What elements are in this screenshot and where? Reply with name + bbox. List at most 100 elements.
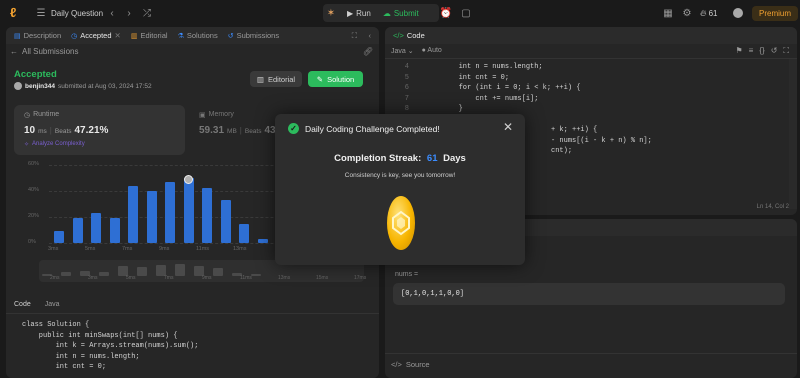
memory-label: Memory: [208, 111, 234, 118]
fullscreen-icon[interactable]: ⛶: [783, 46, 789, 56]
submit-button[interactable]: ☁ Submit: [383, 9, 419, 18]
close-icon[interactable]: ✕: [503, 120, 513, 134]
streak-line: Completion Streak: 61 Days: [275, 153, 525, 164]
x-tick-label: 7ms: [122, 246, 133, 252]
code-line: int n = nums.length;: [425, 63, 543, 71]
tab-submissions[interactable]: ↺ Submissions: [228, 31, 279, 40]
analyze-label: Analyze Complexity: [32, 141, 85, 147]
editorial-label: Editorial: [267, 74, 296, 84]
submission-meta: benjin344 submitted at Aug 03, 2024 17:5…: [14, 82, 152, 90]
runtime-value-row: 10 ms | Beats 47.21%: [24, 125, 108, 136]
bookmark-icon[interactable]: ⚑: [736, 46, 743, 56]
premium-button[interactable]: Premium: [752, 6, 799, 21]
reset-icon[interactable]: ↺: [771, 46, 778, 56]
collapse-left-icon[interactable]: ‹: [369, 31, 372, 40]
streak-counter[interactable]: 🔥︎ 61: [700, 5, 718, 21]
tab-accepted[interactable]: ◷ Accepted ✕: [71, 31, 121, 40]
expand-icon[interactable]: ⛶: [352, 31, 357, 41]
code-line: public int minSwaps(int[] nums) {: [22, 331, 178, 340]
editor-scrollbar[interactable]: [789, 59, 797, 209]
format-icon[interactable]: ≡: [749, 46, 754, 56]
run-button[interactable]: ▶ Run: [347, 9, 371, 18]
code-line: int n = nums.length;: [22, 352, 140, 361]
y-tick-label: 20%: [28, 213, 40, 219]
chart-bar[interactable]: [220, 200, 231, 243]
braces-icon[interactable]: {}: [759, 46, 764, 56]
mini-tick-label: 3ms: [88, 275, 98, 281]
auto-toggle[interactable]: ● Auto: [422, 47, 442, 55]
chevron-left-icon[interactable]: ‹: [104, 5, 120, 21]
left-tab-bar: ▤ Description ◷ Accepted ✕ ▥ Editorial ⚗ Solu…: [6, 27, 379, 44]
tab-label: Editorial: [140, 31, 168, 40]
line-number: 8: [404, 105, 409, 113]
analyze-complexity-link[interactable]: ✧ Analyze Complexity: [24, 141, 85, 148]
back-to-submissions[interactable]: ← All Submissions: [10, 47, 78, 56]
runtime-card[interactable]: ◷ Runtime 10 ms | Beats 47.21% ✧ Analyze C…: [14, 105, 185, 155]
chart-bar[interactable]: [165, 181, 175, 243]
divider: [385, 58, 797, 59]
testcase-input[interactable]: [0,1,0,1,1,0,0]: [393, 283, 785, 305]
check-circle-icon: ✓: [288, 123, 299, 134]
tab-description[interactable]: ▤ Description: [14, 31, 61, 40]
shuffle-icon[interactable]: ⤮: [139, 5, 155, 21]
runtime-beats: 47.21%: [74, 125, 109, 136]
coin-emblem: [392, 210, 410, 236]
source-label: Source: [405, 360, 430, 369]
mini-tick-label: 9ms: [202, 275, 212, 281]
pencil-icon: ✎: [316, 74, 324, 84]
username[interactable]: benjin344: [25, 83, 55, 90]
submission-status: Accepted: [14, 69, 57, 80]
y-tick-label: 0%: [28, 239, 36, 245]
language-select[interactable]: Java ⌄: [391, 47, 414, 55]
chart-bar[interactable]: [146, 191, 157, 243]
mini-tick-label: 15ms: [316, 275, 329, 281]
beats-label: Beats: [54, 128, 72, 135]
layout-grid-icon[interactable]: ▦: [660, 5, 676, 21]
chart-bar[interactable]: [257, 239, 268, 243]
cursor-position: Ln 14, Col 2: [756, 204, 789, 210]
settings-gear-icon[interactable]: ⚙: [679, 5, 695, 21]
chart-bar[interactable]: [183, 178, 194, 243]
debug-icon[interactable]: ✶: [323, 5, 339, 21]
memory-value-row: 59.31 MB | Beats 43.: [199, 125, 278, 136]
chart-bar[interactable]: [239, 223, 249, 243]
mini-bar: [175, 264, 185, 276]
memory-header[interactable]: ▣ Memory: [199, 111, 234, 119]
editorial-button[interactable]: ▥ Editorial: [250, 71, 302, 87]
source-toggle[interactable]: </> Source: [391, 360, 430, 369]
tab-solutions[interactable]: ⚗ Solutions: [178, 31, 218, 40]
mini-tick-label: 7ms: [164, 275, 174, 281]
user-avatar[interactable]: [733, 8, 743, 18]
problem-list-button[interactable]: ☰ Daily Question: [33, 5, 104, 21]
chart-bar[interactable]: [128, 185, 138, 243]
code-icon: </>: [393, 31, 404, 40]
chart-bar[interactable]: [202, 188, 212, 243]
tab-editorial[interactable]: ▥ Editorial: [131, 31, 168, 40]
book-icon: ▥: [256, 74, 264, 84]
tab-code[interactable]: </> Code: [393, 31, 425, 40]
share-link-icon[interactable]: 🔗︎: [363, 47, 373, 56]
tab-label: Accepted: [80, 31, 112, 40]
chevron-right-icon[interactable]: ›: [121, 5, 137, 21]
submission-code: class Solution { public int minSwaps(int…: [22, 320, 198, 373]
chart-bar[interactable]: [91, 213, 101, 243]
solution-label: Solution: [327, 74, 355, 84]
alarm-clock-icon[interactable]: ⏰: [438, 5, 454, 21]
leetcode-logo[interactable]: ℓ: [10, 6, 22, 20]
solution-button[interactable]: ✎ Solution: [308, 71, 363, 87]
run-label: Run: [356, 8, 371, 18]
streak-prefix: Completion Streak:: [334, 153, 422, 164]
chart-bar[interactable]: [54, 231, 64, 243]
chart-bar[interactable]: [72, 218, 83, 243]
tab-label: Description: [23, 31, 62, 40]
clock-icon: ◷: [71, 32, 78, 40]
editor-actions: ⚑ ≡ {} ↺ ⛶: [736, 46, 790, 56]
streak-count: 61: [708, 8, 718, 18]
code-line: int cnt = 0;: [22, 363, 107, 371]
note-icon[interactable]: ▢: [458, 5, 474, 21]
testcase-variable-name: nums =: [395, 271, 419, 278]
streak-value: 61: [426, 153, 438, 164]
submit-label: Submit: [393, 8, 419, 18]
close-icon[interactable]: ✕: [115, 31, 121, 40]
chart-bar[interactable]: [109, 218, 120, 243]
